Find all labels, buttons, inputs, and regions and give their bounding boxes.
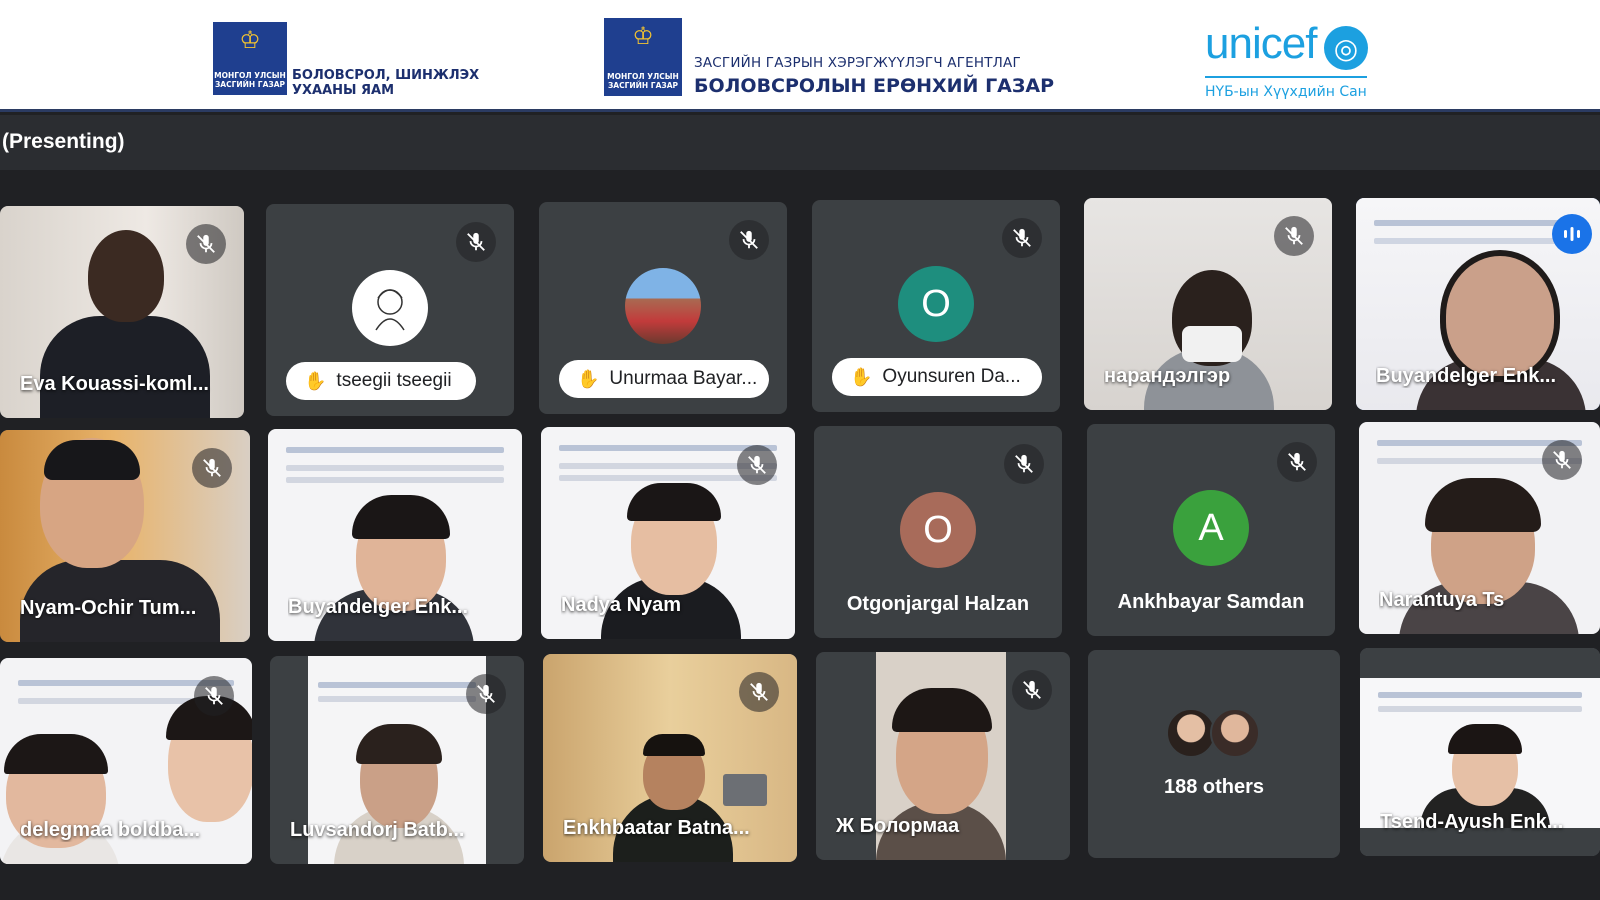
- ministry-name: БОЛОВСРОЛ, ШИНЖЛЭХ УХААНЫ ЯАМ: [292, 68, 480, 98]
- participant-grid: Eva Kouassi-koml... ✋ tseegii tseegii ✋ …: [0, 198, 1600, 900]
- mic-off-icon: [737, 445, 777, 485]
- avatar-letter: A: [1198, 506, 1224, 549]
- participant-name: Narantuya Ts: [1379, 589, 1505, 611]
- mic-off-icon: [729, 220, 769, 260]
- participant-tile[interactable]: ✋ tseegii tseegii: [266, 204, 514, 416]
- raised-hand-badge: ✋ tseegii tseegii: [286, 362, 476, 400]
- avatar: A: [1173, 490, 1249, 566]
- participant-tile[interactable]: Eva Kouassi-koml...: [0, 206, 244, 418]
- presenting-label: (Presenting): [2, 130, 125, 153]
- participant-tile[interactable]: A Ankhbayar Samdan: [1087, 424, 1335, 636]
- participant-tile[interactable]: Nyam-Ochir Tum...: [0, 430, 250, 642]
- mic-off-icon: [194, 676, 234, 716]
- others-tile[interactable]: 188 others: [1088, 650, 1340, 858]
- speaking-indicator-icon: [1552, 214, 1592, 254]
- participant-name: Nadya Nyam: [561, 594, 682, 616]
- mic-off-icon: [192, 448, 232, 488]
- header-banner: ♔ МОНГОЛ УЛСЫН ЗАСГИЙН ГАЗАР БОЛОВСРОЛ, …: [0, 0, 1600, 112]
- unicef-globe-icon: ◎: [1324, 26, 1368, 70]
- participant-tile[interactable]: Luvsandorj Batb...: [270, 656, 524, 864]
- raised-hand-icon: ✋: [304, 370, 327, 392]
- emblem-caption: МОНГОЛ УЛСЫН ЗАСГИЙН ГАЗАР: [214, 71, 286, 89]
- agency-emblem-logo: ♔ МОНГОЛ УЛСЫН ЗАСГИЙН ГАЗАР: [604, 18, 682, 96]
- participant-tile[interactable]: Nadya Nyam: [541, 427, 795, 639]
- participant-name: Nyam-Ochir Tum...: [20, 597, 197, 619]
- agency-subtitle: ЗАСГИЙН ГАЗРЫН ХЭРЭГЖҮҮЛЭГЧ АГЕНТЛАГ: [694, 55, 1021, 71]
- avatar: O: [898, 266, 974, 342]
- raised-hand-icon: ✋: [577, 368, 600, 390]
- participant-tile[interactable]: Tsend-Ayush Enk...: [1360, 648, 1600, 856]
- participant-name: Eva Kouassi-koml...: [20, 373, 209, 395]
- others-count: 188 others: [1163, 776, 1265, 798]
- mic-off-icon: [1277, 442, 1317, 482]
- soyombo-emblem-icon: ♔: [239, 26, 261, 54]
- mic-off-icon: [739, 672, 779, 712]
- participant-name: Tsend-Ayush Enk...: [1380, 811, 1564, 833]
- participant-name: Ж Болормаа: [836, 815, 960, 837]
- participant-tile[interactable]: Buyandelger Enk...: [268, 429, 522, 641]
- participant-tile[interactable]: Buyandelger Enk...: [1356, 198, 1600, 410]
- participant-name: нарандэлгэр: [1104, 365, 1231, 387]
- emblem-caption: МОНГОЛ УЛСЫН ЗАСГИЙН ГАЗАР: [607, 72, 679, 90]
- raised-hand-badge: ✋ Unurmaa Bayar...: [559, 360, 769, 398]
- mic-off-icon: [1002, 218, 1042, 258]
- participant-tile[interactable]: delegmaa boldba...: [0, 658, 252, 864]
- avatar: [352, 270, 428, 346]
- avatar: [1166, 708, 1216, 758]
- mic-off-icon: [1542, 440, 1582, 480]
- avatar: O: [900, 492, 976, 568]
- mic-off-icon: [466, 674, 506, 714]
- presentation-bar[interactable]: (Presenting): [0, 115, 1600, 170]
- avatar-letter: O: [923, 508, 953, 551]
- participant-name: Buyandelger Enk...: [1376, 365, 1557, 387]
- mic-off-icon: [1012, 670, 1052, 710]
- participant-name: Oyunsuren Da...: [882, 366, 1021, 387]
- participant-name: Unurmaa Bayar...: [609, 368, 758, 389]
- participant-name: Otgonjargal Halzan: [846, 593, 1030, 615]
- participant-tile[interactable]: Narantuya Ts: [1359, 422, 1600, 634]
- raised-hand-icon: ✋: [850, 366, 873, 388]
- participant-name: delegmaa boldba...: [20, 819, 201, 841]
- government-emblem-logo: ♔ МОНГОЛ УЛСЫН ЗАСГИЙН ГАЗАР: [213, 22, 287, 95]
- participant-tile[interactable]: ✋ Unurmaa Bayar...: [539, 202, 787, 414]
- mic-off-icon: [1274, 216, 1314, 256]
- participant-name: Ankhbayar Samdan: [1117, 591, 1305, 613]
- participant-tile[interactable]: O Otgonjargal Halzan: [814, 426, 1062, 638]
- unicef-divider: [1205, 76, 1367, 78]
- participant-tile[interactable]: Ж Болормаа: [816, 652, 1070, 860]
- participant-name: Enkhbaatar Batna...: [563, 817, 750, 839]
- participant-tile[interactable]: нарандэлгэр: [1084, 198, 1332, 410]
- avatar-letter: O: [921, 282, 951, 325]
- participant-name: Buyandelger Enk...: [288, 596, 469, 618]
- participant-name: tseegii tseegii: [336, 370, 452, 391]
- mic-off-icon: [1004, 444, 1044, 484]
- soyombo-emblem-icon: ♔: [632, 22, 654, 50]
- agency-title: БОЛОВСРОЛЫН ЕРӨНХИЙ ГАЗАР: [694, 75, 1055, 97]
- participant-tile[interactable]: O ✋ Oyunsuren Da...: [812, 200, 1060, 412]
- participant-name: Luvsandorj Batb...: [290, 819, 465, 841]
- participant-tile[interactable]: Enkhbaatar Batna...: [543, 654, 797, 862]
- unicef-subtitle: НҮБ-ын Хүүхдийн Сан: [1205, 84, 1367, 100]
- avatar: [1210, 708, 1260, 758]
- raised-hand-badge: ✋ Oyunsuren Da...: [832, 358, 1042, 396]
- unicef-logo-text: unicef: [1205, 19, 1317, 68]
- avatar: [625, 268, 701, 344]
- mic-off-icon: [456, 222, 496, 262]
- mic-off-icon: [186, 224, 226, 264]
- others-avatars: [1166, 708, 1262, 758]
